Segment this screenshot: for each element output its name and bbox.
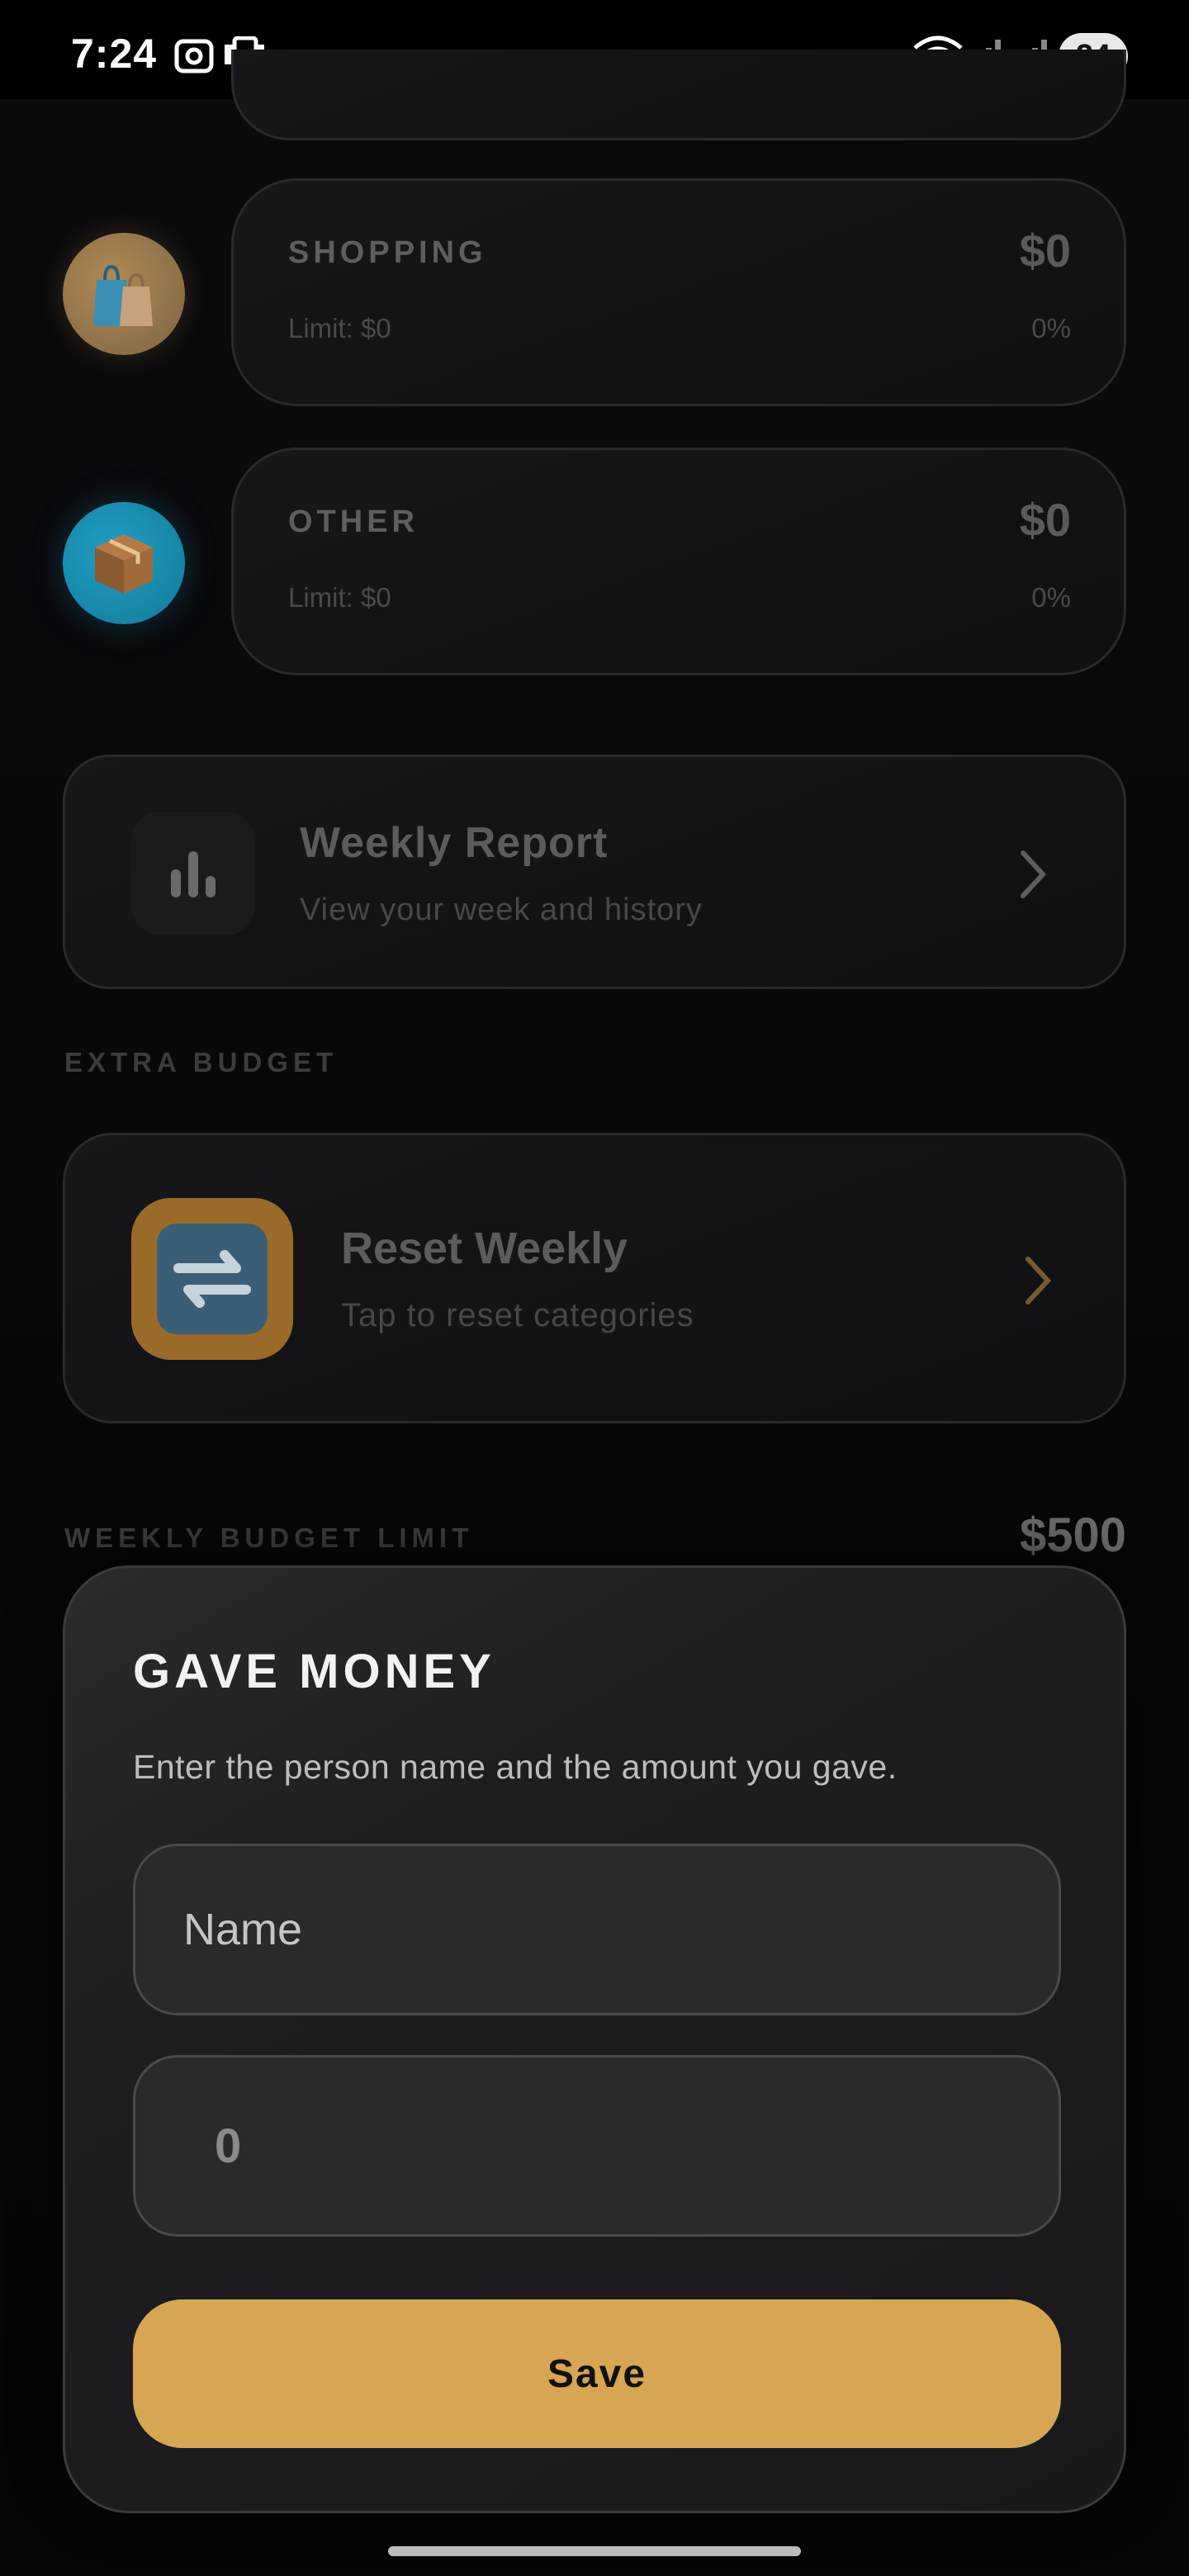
reset-weekly-card[interactable]: Reset Weekly Tap to reset categories	[63, 1133, 1126, 1423]
status-time: 7:24	[71, 31, 158, 77]
shopping-bags-icon	[93, 264, 153, 326]
amount-field[interactable]	[133, 2055, 1061, 2237]
weekly-report-subtitle: View your week and history	[300, 893, 703, 927]
amount-input[interactable]	[135, 2057, 1059, 2234]
category-percent: 0%	[1031, 313, 1071, 343]
category-name: OTHER	[288, 504, 419, 539]
weekly-budget-limit-amount[interactable]: $500	[1020, 1508, 1126, 1563]
app-screen: 7:24 24	[0, 0, 1189, 2576]
category-card-partial[interactable]	[231, 50, 1126, 140]
save-button[interactable]: Save	[133, 2299, 1061, 2448]
dialog-subtitle: Enter the person name and the amount you…	[133, 1748, 898, 1786]
report-icon-box	[131, 812, 255, 935]
gave-money-dialog: GAVE MONEY Enter the person name and the…	[63, 1565, 1126, 2513]
reset-icon-box	[131, 1198, 293, 1360]
category-card-other[interactable]: OTHER $0 Limit: $0 0%	[231, 447, 1126, 675]
category-card-shopping[interactable]: SHOPPING $0 Limit: $0 0%	[231, 178, 1126, 406]
dialog-title: GAVE MONEY	[133, 1645, 495, 1698]
weekly-report-card[interactable]: Weekly Report View your week and history	[63, 755, 1126, 989]
reset-weekly-title: Reset Weekly	[341, 1224, 628, 1273]
category-limit: Limit: $0	[288, 582, 391, 613]
shopping-avatar	[63, 233, 185, 355]
category-percent: 0%	[1031, 582, 1071, 613]
weekly-budget-limit-label: WEEKLY BUDGET LIMIT	[64, 1522, 474, 1553]
bar-chart-icon	[171, 851, 216, 897]
category-limit: Limit: $0	[288, 313, 391, 343]
weekly-report-title: Weekly Report	[300, 819, 609, 867]
name-input[interactable]	[135, 1846, 1059, 2013]
category-name: SHOPPING	[288, 235, 487, 270]
category-amount: $0	[1019, 494, 1071, 546]
extra-budget-label: EXTRA BUDGET	[64, 1047, 339, 1077]
home-indicator[interactable]	[388, 2546, 801, 2556]
other-avatar	[63, 502, 185, 624]
chevron-right-icon	[1026, 1257, 1052, 1305]
category-amount: $0	[1019, 225, 1071, 277]
name-field[interactable]	[133, 1844, 1061, 2015]
reset-weekly-subtitle: Tap to reset categories	[341, 1297, 694, 1333]
repeat-arrows-icon	[157, 1224, 268, 1334]
screenshot-icon	[174, 39, 214, 73]
package-box-icon	[95, 534, 153, 594]
chevron-right-icon	[1021, 850, 1047, 898]
